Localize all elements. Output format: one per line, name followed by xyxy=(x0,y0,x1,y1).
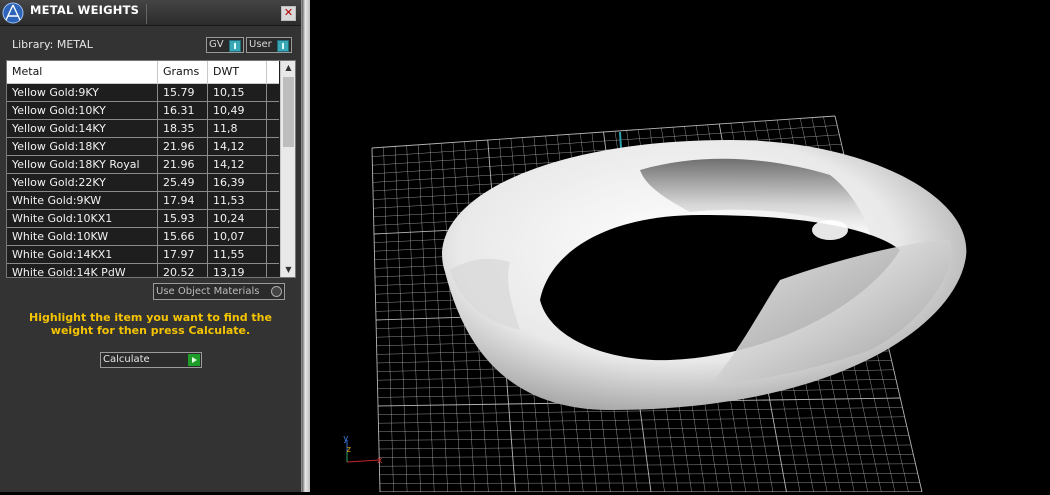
panel-titlebar[interactable]: METAL WEIGHTS ✕ xyxy=(0,0,301,26)
cell-dwt: 11,53 xyxy=(208,192,267,209)
axis-x-label: x xyxy=(377,456,383,466)
table-row[interactable]: Yellow Gold:22KY 25.49 16,39 xyxy=(7,174,279,192)
axis-gizmo xyxy=(346,440,381,463)
cell-grams: 15.79 xyxy=(158,84,208,101)
app-logo-icon xyxy=(2,2,24,24)
cell-dwt: 10,07 xyxy=(208,228,267,245)
metal-weights-panel: METAL WEIGHTS ✕ Library: METAL GV User M… xyxy=(0,0,302,492)
cell-metal: Yellow Gold:10KY xyxy=(7,102,158,119)
table-row[interactable]: White Gold:10KW 15.66 10,07 xyxy=(7,228,279,246)
table-row[interactable]: Yellow Gold:14KY 18.35 11,8 xyxy=(7,120,279,138)
cell-grams: 15.66 xyxy=(158,228,208,245)
axis-y-label: y xyxy=(343,434,349,444)
table-body: Yellow Gold:9KY 15.79 10,15 Yellow Gold:10K… xyxy=(7,84,279,277)
viewport-canvas[interactable]: y z x xyxy=(310,0,1050,493)
play-arrow-icon xyxy=(188,354,200,366)
cell-metal: Yellow Gold:22KY xyxy=(7,174,158,191)
cell-dwt: 11,8 xyxy=(208,120,267,137)
cell-metal: Yellow Gold:18KY xyxy=(7,138,158,155)
table-row[interactable]: White Gold:14KX1 17.97 11,55 xyxy=(7,246,279,264)
column-header-grams[interactable]: Grams xyxy=(158,61,208,83)
cell-metal: White Gold:10KX1 xyxy=(7,210,158,227)
cell-metal: White Gold:10KW xyxy=(7,228,158,245)
cell-grams: 15.93 xyxy=(158,210,208,227)
toggle-indicator-icon xyxy=(229,40,241,52)
3d-viewport[interactable]: y z x xyxy=(310,0,1050,493)
cell-grams: 17.97 xyxy=(158,246,208,263)
gv-toggle-label: GV xyxy=(209,39,224,50)
cell-metal: Yellow Gold:14KY xyxy=(7,120,158,137)
table-scrollbar[interactable]: ▲ ▼ xyxy=(280,61,295,277)
column-header-metal[interactable]: Metal xyxy=(7,61,158,83)
toggle-indicator-icon xyxy=(277,40,289,52)
cell-dwt: 10,15 xyxy=(208,84,267,101)
table-row[interactable]: White Gold:9KW 17.94 11,53 xyxy=(7,192,279,210)
user-toggle-label: User xyxy=(249,39,272,50)
cell-grams: 25.49 xyxy=(158,174,208,191)
calculate-label: Calculate xyxy=(103,354,150,365)
calculate-button[interactable]: Calculate xyxy=(100,352,202,368)
table-row[interactable]: Yellow Gold:18KY Royal 21.96 14,12 xyxy=(7,156,279,174)
cell-grams: 17.94 xyxy=(158,192,208,209)
radio-icon[interactable] xyxy=(271,286,282,297)
scroll-up-icon[interactable]: ▲ xyxy=(281,61,295,75)
cell-metal: Yellow Gold:9KY xyxy=(7,84,158,101)
cell-grams: 16.31 xyxy=(158,102,208,119)
cell-dwt: 11,55 xyxy=(208,246,267,263)
cell-dwt: 13,19 xyxy=(208,264,267,277)
table-row[interactable]: Yellow Gold:9KY 15.79 10,15 xyxy=(7,84,279,102)
gv-toggle[interactable]: GV xyxy=(206,37,244,53)
cell-metal: White Gold:9KW xyxy=(7,192,158,209)
cell-metal: White Gold:14KX1 xyxy=(7,246,158,263)
cell-grams: 18.35 xyxy=(158,120,208,137)
cell-dwt: 14,12 xyxy=(208,138,267,155)
table-header: Metal Grams DWT xyxy=(7,61,279,84)
cell-dwt: 10,49 xyxy=(208,102,267,119)
use-object-materials-label: Use Object Materials xyxy=(156,286,260,297)
metal-table[interactable]: Metal Grams DWT Yellow Gold:9KY 15.79 10,1… xyxy=(6,60,296,278)
library-label: Library: METAL xyxy=(12,38,93,51)
axis-z-label: z xyxy=(346,445,351,455)
close-icon[interactable]: ✕ xyxy=(281,6,296,21)
scroll-down-icon[interactable]: ▼ xyxy=(281,263,295,277)
panel-title: METAL WEIGHTS xyxy=(30,3,140,17)
column-header-dwt[interactable]: DWT xyxy=(208,61,267,83)
table-row[interactable]: Yellow Gold:10KY 16.31 10,49 xyxy=(7,102,279,120)
table-row[interactable]: White Gold:10KX1 15.93 10,24 xyxy=(7,210,279,228)
cell-dwt: 10,24 xyxy=(208,210,267,227)
cell-dwt: 14,12 xyxy=(208,156,267,173)
ring-model[interactable] xyxy=(442,140,967,410)
cell-grams: 21.96 xyxy=(158,138,208,155)
cell-grams: 21.96 xyxy=(158,156,208,173)
use-object-materials-option[interactable]: Use Object Materials xyxy=(153,283,285,300)
title-divider xyxy=(146,4,147,24)
instruction-text: Highlight the item you want to find the … xyxy=(29,311,272,337)
cell-metal: Yellow Gold:18KY Royal xyxy=(7,156,158,173)
user-toggle[interactable]: User xyxy=(246,37,292,53)
table-row[interactable]: Yellow Gold:18KY 21.96 14,12 xyxy=(7,138,279,156)
cell-metal: White Gold:14K PdW xyxy=(7,264,158,277)
panel-splitter[interactable] xyxy=(302,0,310,492)
cell-dwt: 16,39 xyxy=(208,174,267,191)
cell-grams: 20.52 xyxy=(158,264,208,277)
ring-highlight xyxy=(812,220,848,240)
table-row[interactable]: White Gold:14K PdW 20.52 13,19 xyxy=(7,264,279,277)
scroll-thumb[interactable] xyxy=(283,77,294,147)
